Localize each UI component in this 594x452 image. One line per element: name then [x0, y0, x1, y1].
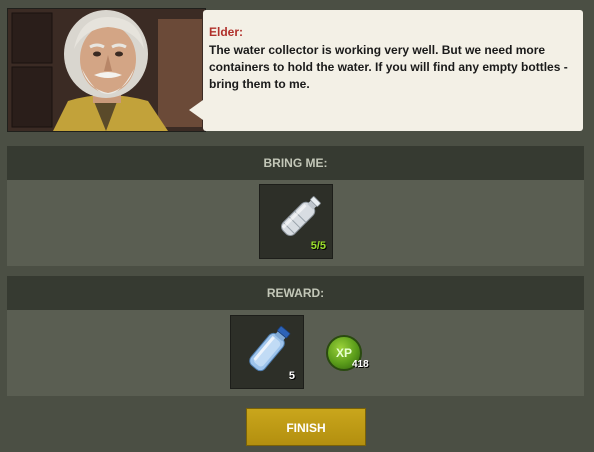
reward-item-slot[interactable]: 5 [230, 315, 304, 389]
finish-button[interactable]: FINISH [246, 408, 366, 446]
dialog-bubble-tail [189, 100, 203, 120]
npc-dialog-text: The water collector is working very well… [209, 43, 568, 91]
dialog-bubble: Elder: The water collector is working ve… [189, 10, 583, 131]
xp-reward-value: 418 [352, 359, 369, 370]
npc-name: Elder: [209, 25, 244, 39]
bring-item-slot[interactable]: 5/5 [259, 184, 333, 259]
bring-section-header: BRING ME: [7, 146, 584, 180]
reward-section-header: REWARD: [7, 276, 584, 310]
elder-portrait-image [8, 9, 205, 131]
npc-portrait [7, 8, 206, 132]
bring-item-count: 5/5 [310, 240, 326, 252]
reward-item-count: 5 [288, 370, 295, 382]
